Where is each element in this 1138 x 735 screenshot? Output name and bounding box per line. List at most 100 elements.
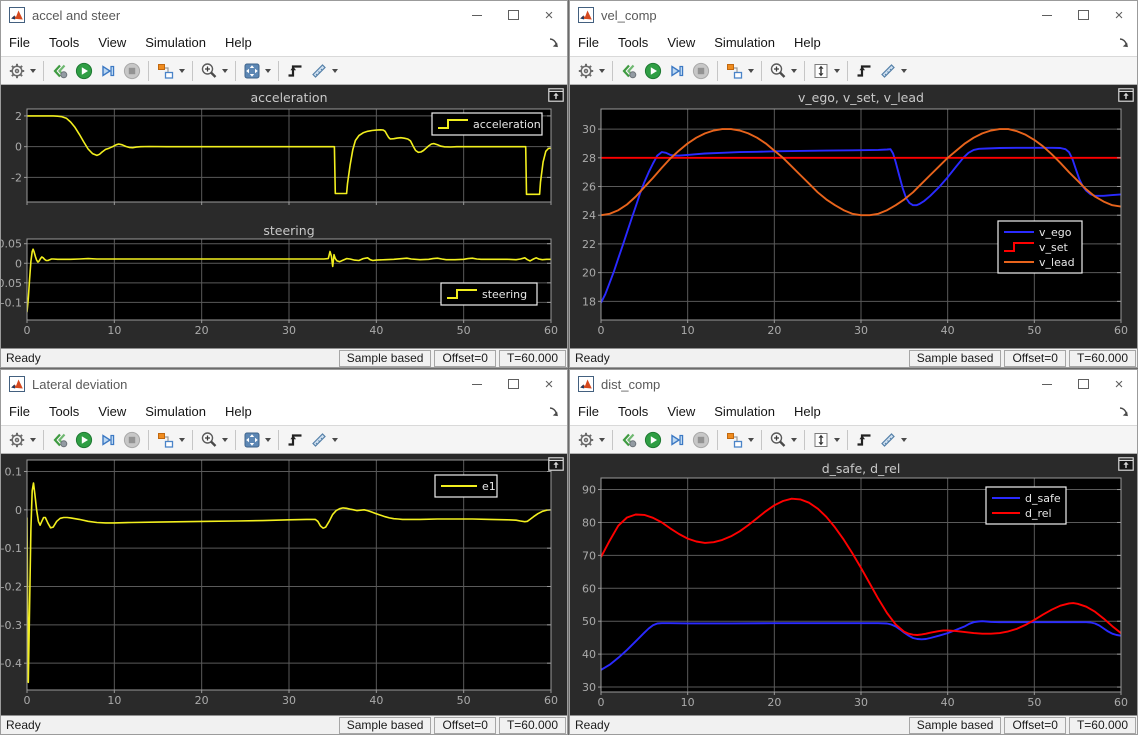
scope-canvas[interactable]: 90 80 70 60 50 40 30 0 10 20 30 40 50 60 d_safe, d_rel…	[570, 454, 1137, 715]
menu-tools[interactable]: Tools	[618, 35, 648, 50]
menu-file[interactable]: File	[9, 404, 30, 419]
measurements-icon[interactable]	[876, 429, 910, 451]
simulink-blocks-icon[interactable]	[153, 60, 188, 82]
menu-view[interactable]: View	[667, 404, 695, 419]
menu-view[interactable]: View	[98, 35, 126, 50]
step-back-icon[interactable]	[48, 60, 72, 82]
scope-canvas[interactable]: 0.1 0 -0.1 -0.2 -0.3 -0.4 0 10 20 30 40 50 60 e1	[1, 454, 567, 715]
y-tick-label: 0.1	[5, 466, 23, 479]
maximize-button[interactable]	[495, 370, 531, 398]
legend[interactable]: steering	[440, 282, 538, 306]
simulink-blocks-icon[interactable]	[722, 60, 757, 82]
zoom-in-icon[interactable]	[197, 60, 231, 82]
legend[interactable]: v_ego v_set v_lead	[997, 220, 1083, 274]
trigger-icon[interactable]	[283, 429, 307, 451]
scope-plot[interactable]: 20-2accelerationacceleration0.050-0.05-0…	[1, 85, 567, 348]
fit-vertical-icon[interactable]	[809, 60, 843, 82]
close-button[interactable]: ×	[531, 370, 567, 398]
menu-simulation[interactable]: Simulation	[714, 35, 775, 50]
run-icon[interactable]	[72, 60, 96, 82]
menu-help[interactable]: Help	[794, 404, 821, 419]
minimize-button[interactable]	[459, 1, 495, 29]
step-forward-icon[interactable]	[96, 60, 120, 82]
dock-arrow-icon[interactable]	[1118, 37, 1129, 48]
menu-simulation[interactable]: Simulation	[714, 404, 775, 419]
close-button[interactable]: ×	[531, 1, 567, 29]
minimize-button[interactable]	[459, 370, 495, 398]
menu-help[interactable]: Help	[225, 404, 252, 419]
settings-gear-icon[interactable]	[5, 60, 39, 82]
fit-4way-icon[interactable]	[240, 429, 274, 451]
y-tick-label: 22	[582, 238, 596, 251]
menu-simulation[interactable]: Simulation	[145, 35, 206, 50]
scope-canvas[interactable]: 20-2accelerationacceleration0.050-0.05-0…	[1, 85, 567, 348]
stop-icon[interactable]	[689, 429, 713, 451]
highlight-simulink-block-icon[interactable]	[548, 88, 564, 102]
settings-gear-icon[interactable]	[574, 429, 608, 451]
step-forward-icon[interactable]	[665, 60, 689, 82]
step-forward-icon[interactable]	[96, 429, 120, 451]
menu-help[interactable]: Help	[794, 35, 821, 50]
run-icon[interactable]	[72, 429, 96, 451]
settings-gear-icon[interactable]	[574, 60, 608, 82]
menu-tools[interactable]: Tools	[49, 404, 79, 419]
stop-icon[interactable]	[689, 60, 713, 82]
fit-vertical-icon[interactable]	[809, 429, 843, 451]
scope-plot[interactable]: 0.1 0 -0.1 -0.2 -0.3 -0.4 0 10 20 30 40 50 60 e1	[1, 454, 567, 715]
toolbar-separator	[804, 60, 805, 81]
menu-view[interactable]: View	[667, 35, 695, 50]
maximize-button[interactable]	[1065, 1, 1101, 29]
x-tick-label: 10	[107, 694, 121, 707]
fit-4way-icon[interactable]	[240, 60, 274, 82]
menu-tools[interactable]: Tools	[618, 404, 648, 419]
step-back-icon[interactable]	[617, 429, 641, 451]
run-icon[interactable]	[641, 429, 665, 451]
measurements-icon[interactable]	[307, 60, 341, 82]
scope-plot[interactable]: 30 28 26 24 22 20 18 0 10 20 30 40 50 60 v_ego, v_set,…	[570, 85, 1137, 348]
menu-view[interactable]: View	[98, 404, 126, 419]
trigger-icon[interactable]	[852, 429, 876, 451]
zoom-in-icon[interactable]	[766, 60, 800, 82]
simulink-blocks-icon[interactable]	[153, 429, 188, 451]
measurements-icon[interactable]	[876, 60, 910, 82]
maximize-button[interactable]	[1065, 370, 1101, 398]
dock-arrow-icon[interactable]	[1118, 406, 1129, 417]
close-button[interactable]: ×	[1101, 1, 1137, 29]
run-icon[interactable]	[641, 60, 665, 82]
minimize-button[interactable]	[1029, 1, 1065, 29]
settings-gear-icon[interactable]	[5, 429, 39, 451]
step-back-icon[interactable]	[48, 429, 72, 451]
dock-arrow-icon[interactable]	[548, 406, 559, 417]
menu-tools[interactable]: Tools	[49, 35, 79, 50]
menu-help[interactable]: Help	[225, 35, 252, 50]
maximize-button[interactable]	[495, 1, 531, 29]
highlight-simulink-block-icon[interactable]	[548, 457, 564, 471]
menu-file[interactable]: File	[578, 35, 599, 50]
zoom-in-icon[interactable]	[766, 429, 800, 451]
trigger-icon[interactable]	[283, 60, 307, 82]
step-back-icon[interactable]	[617, 60, 641, 82]
menu-file[interactable]: File	[9, 35, 30, 50]
menu-file[interactable]: File	[578, 404, 599, 419]
menu-simulation[interactable]: Simulation	[145, 404, 206, 419]
zoom-in-icon[interactable]	[197, 429, 231, 451]
chart-title: steering	[263, 223, 314, 238]
stop-icon[interactable]	[120, 429, 144, 451]
minimize-button[interactable]	[1029, 370, 1065, 398]
legend[interactable]: d_safe d_rel	[985, 486, 1067, 525]
measurements-icon[interactable]	[307, 429, 341, 451]
simulink-blocks-icon[interactable]	[722, 429, 757, 451]
highlight-simulink-block-icon[interactable]	[1118, 88, 1134, 102]
trigger-icon[interactable]	[852, 60, 876, 82]
stop-icon[interactable]	[120, 60, 144, 82]
legend[interactable]: e1	[434, 474, 498, 498]
close-icon: ×	[1114, 6, 1124, 24]
step-forward-icon[interactable]	[665, 429, 689, 451]
dropdown-arrow-icon	[222, 68, 228, 73]
close-button[interactable]: ×	[1101, 370, 1137, 398]
legend[interactable]: acceleration	[431, 112, 543, 136]
scope-canvas[interactable]: 30 28 26 24 22 20 18 0 10 20 30 40 50 60 v_ego, v_set,…	[570, 85, 1137, 348]
highlight-simulink-block-icon[interactable]	[1118, 457, 1134, 471]
dock-arrow-icon[interactable]	[548, 37, 559, 48]
scope-plot[interactable]: 908070605040300 10 20 30 40 50 60d_safe, d_rel…	[570, 454, 1137, 715]
